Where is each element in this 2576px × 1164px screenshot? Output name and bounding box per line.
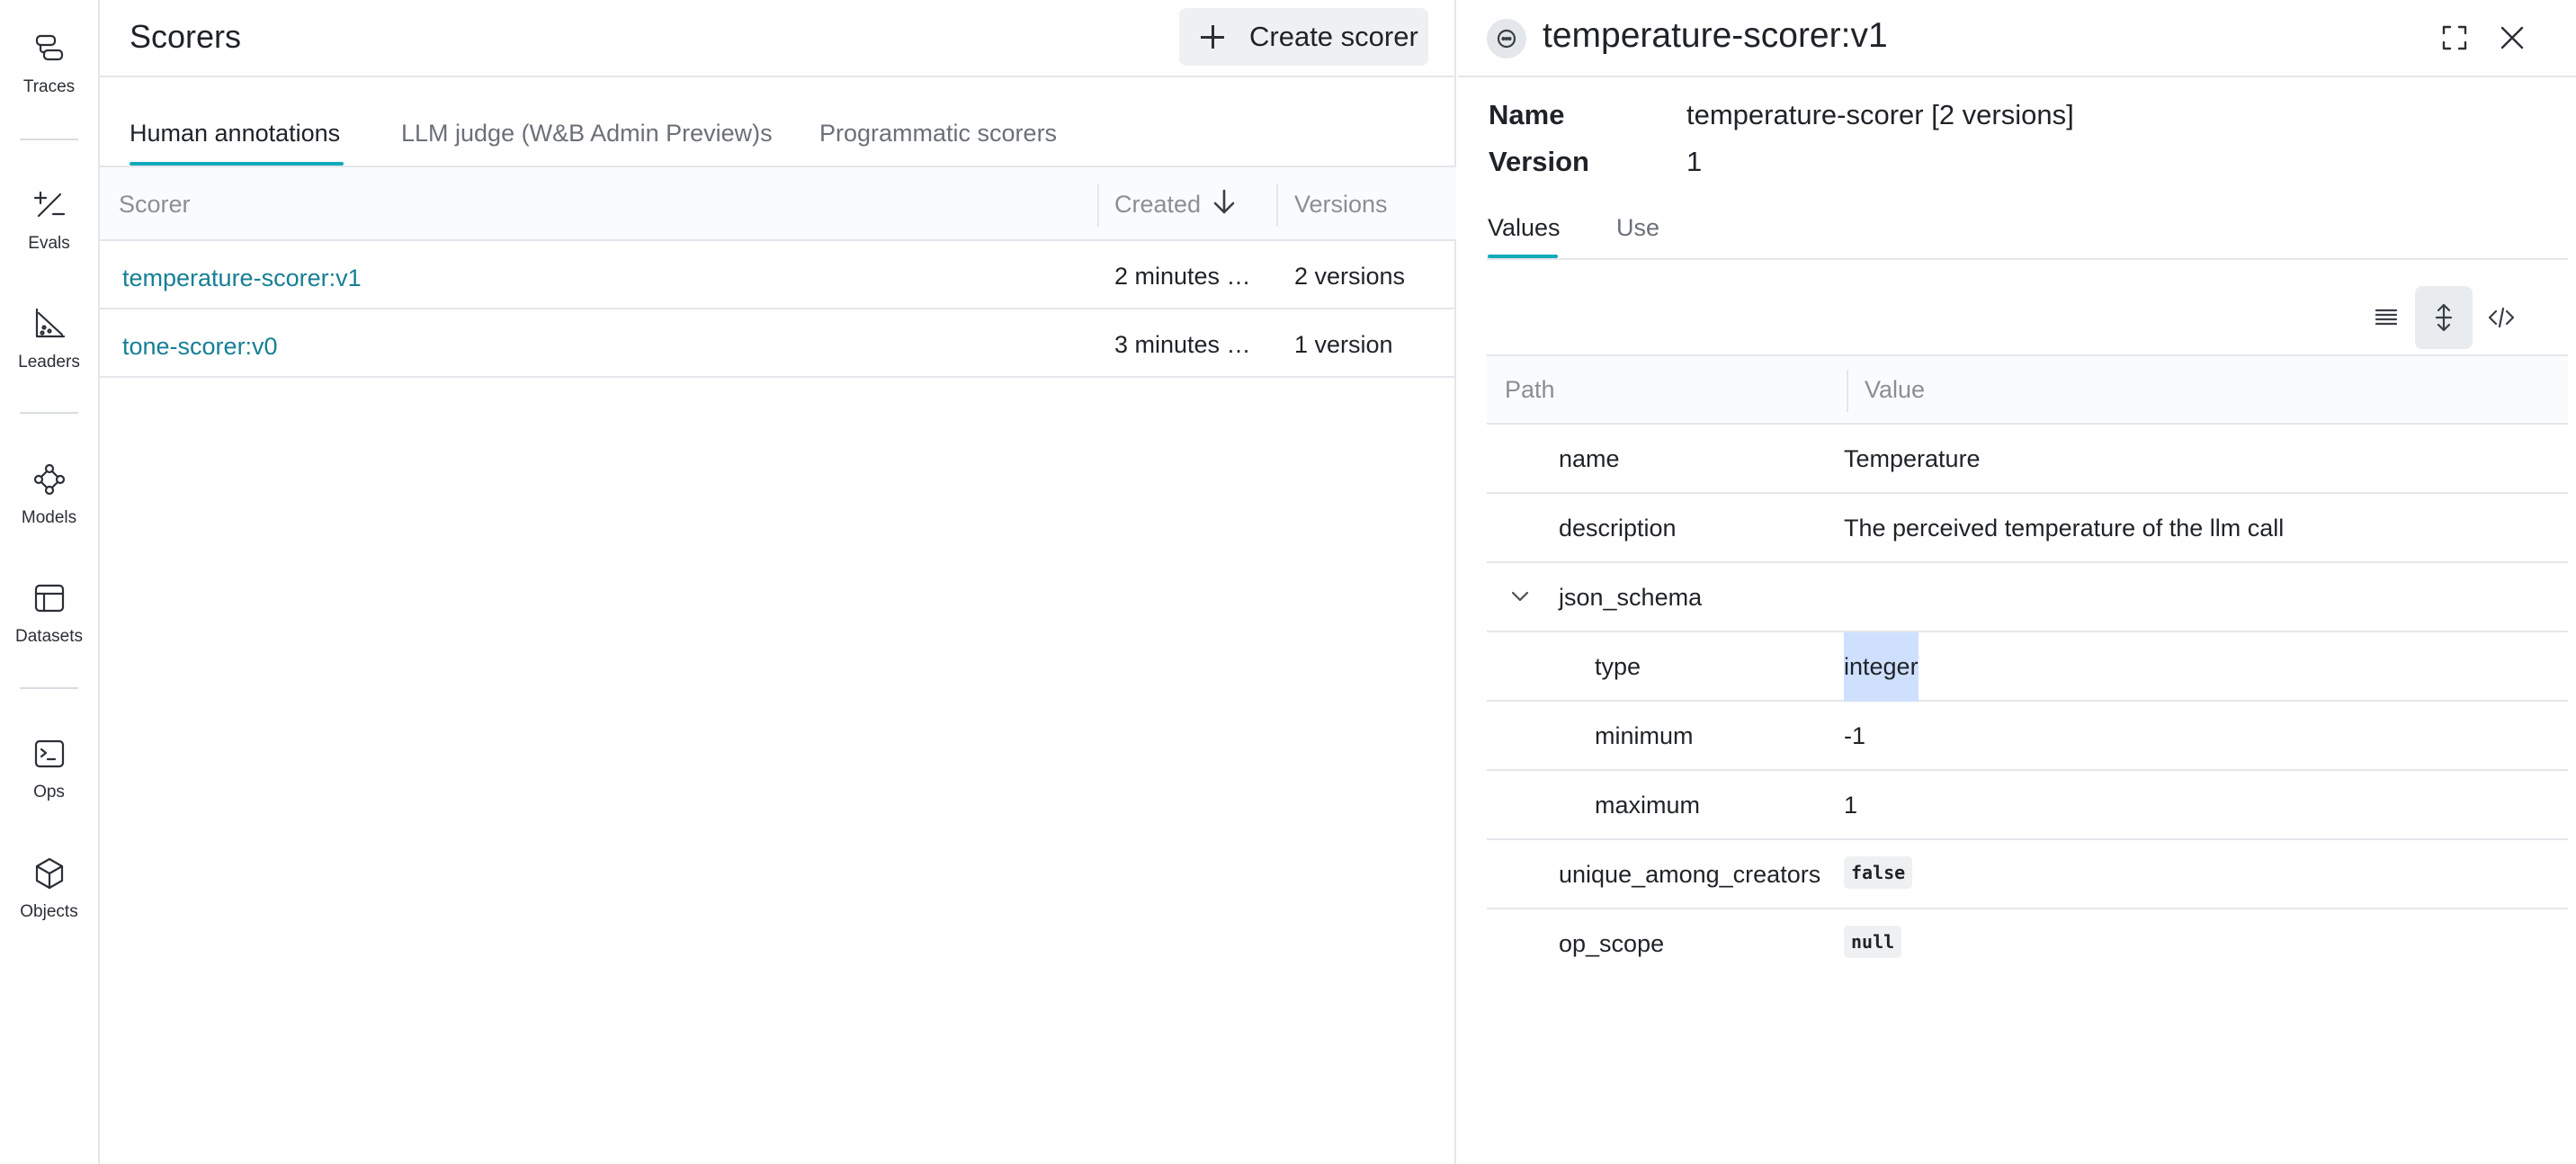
version-key: Version [1489,146,1589,177]
scorer-link[interactable]: temperature-scorer:v1 [122,264,362,292]
path-cell: maximum [1595,792,1701,819]
nav-label-evals: Evals [28,234,70,253]
value-row[interactable]: op_scope null [1487,909,2568,979]
expand-vertical-icon [2435,303,2453,332]
list-view-button[interactable] [2357,286,2415,349]
column-separator[interactable] [1097,184,1099,227]
path-cell: unique_among_creators [1559,861,1821,888]
column-header-value[interactable]: Value [1865,376,1925,404]
tab-use[interactable]: Use [1616,214,1659,242]
name-key: Name [1489,99,1565,130]
value-row[interactable]: minimum -1 [1487,702,2568,771]
side-nav: Traces Evals Leaders Models Datasets Ops… [0,0,100,1164]
nav-divider [20,139,78,140]
column-separator[interactable] [1276,184,1278,227]
page-title: Scorers [130,18,242,55]
column-header-versions[interactable]: Versions [1294,191,1388,219]
version-value: 1 [1686,146,1703,177]
nav-item-traces[interactable]: Traces [0,31,98,97]
nav-item-datasets[interactable]: Datasets [0,580,98,647]
value-cell: Temperature [1844,445,1981,472]
boolean-chip: false [1844,856,1913,889]
name-value: temperature-scorer [2 versions] [1686,99,2074,130]
header-divider [100,76,1456,77]
nav-label-objects: Objects [20,902,78,921]
value-row[interactable]: type integer [1487,632,2568,702]
column-header-scorer[interactable]: Scorer [119,191,191,219]
nav-divider [20,412,78,414]
tab-programmatic-scorers[interactable]: Programmatic scorers [819,120,1057,148]
path-cell: type [1595,653,1641,680]
value-cell: The perceived temperature of the llm cal… [1844,515,2285,542]
table-row[interactable]: tone-scorer:v0 3 minutes … 1 version [100,309,1456,378]
nav-divider [20,687,78,689]
path-cell: name [1559,445,1620,472]
nav-item-leaders[interactable]: Leaders [0,306,98,372]
value-cell-selected: integer [1844,632,1919,702]
created-cell: 2 minutes … [1114,263,1251,290]
tab-llm-judge[interactable]: LLM judge (W&B Admin Preview)s [401,120,773,148]
nav-item-evals[interactable]: Evals [0,187,98,254]
column-header-created[interactable]: Created [1114,191,1201,219]
ops-icon [34,739,64,768]
tabs-divider [1487,258,2568,260]
value-row[interactable]: json_schema [1487,563,2568,632]
versions-cell: 2 versions [1294,263,1406,290]
path-cell: minimum [1595,722,1694,749]
value-row[interactable]: maximum 1 [1487,771,2568,840]
path-cell: op_scope [1559,930,1665,957]
leaders-icon [35,308,65,338]
values-table-header: Path Value [1487,354,2568,425]
code-icon [2488,307,2515,328]
scorer-icon [1487,19,1526,58]
nav-label-models: Models [21,508,77,527]
nav-item-objects[interactable]: Objects [0,855,98,922]
nav-item-models[interactable]: Models [0,461,98,528]
nav-label-traces: Traces [22,77,76,96]
scorer-link[interactable]: tone-scorer:v0 [122,333,278,361]
nav-label-datasets: Datasets [15,627,83,646]
nav-item-ops[interactable]: Ops [0,736,98,802]
value-row[interactable]: unique_among_creators false [1487,840,2568,909]
scorers-panel: Scorers Create scorer Human annotations … [100,0,1456,1164]
tab-values[interactable]: Values [1488,214,1561,242]
nav-label-leaders: Leaders [18,353,80,372]
scorers-table-header: Scorer Created Versions [100,167,1456,241]
code-view-button[interactable] [2473,286,2530,349]
versions-cell: 1 version [1294,331,1393,358]
evals-icon [33,191,65,218]
list-icon [2375,309,2398,326]
null-chip: null [1844,926,1902,958]
value-cell: -1 [1844,722,1866,749]
value-row[interactable]: description The perceived temperature of… [1487,494,2568,563]
close-icon[interactable] [2494,20,2530,56]
scorer-detail-panel: temperature-scorer:v1 Name temperature-s… [1458,0,2576,1164]
value-row[interactable]: name Temperature [1487,425,2568,494]
create-scorer-button[interactable]: Create scorer [1179,8,1428,66]
column-header-path[interactable]: Path [1505,376,1555,404]
create-scorer-label: Create scorer [1249,21,1418,52]
plus-icon [1199,23,1226,50]
value-cell: 1 [1844,792,1858,819]
path-cell: json_schema [1559,584,1703,611]
expand-all-button[interactable] [2415,286,2473,349]
datasets-icon [34,584,64,613]
models-icon [33,463,65,496]
tab-human-annotations[interactable]: Human annotations [130,120,340,148]
column-separator[interactable] [1847,371,1848,412]
traces-icon [35,34,63,61]
detail-title: temperature-scorer:v1 [1543,16,1888,55]
fullscreen-icon[interactable] [2437,20,2473,56]
chevron-down-icon[interactable] [1507,583,1534,610]
header-divider [1458,76,2576,77]
table-row[interactable]: temperature-scorer:v1 2 minutes … 2 vers… [100,241,1456,309]
nav-label-ops: Ops [33,783,65,801]
path-cell: description [1559,515,1677,542]
sort-descending-icon[interactable] [1211,187,1238,216]
created-cell: 3 minutes … [1114,331,1251,358]
objects-icon [35,857,63,890]
